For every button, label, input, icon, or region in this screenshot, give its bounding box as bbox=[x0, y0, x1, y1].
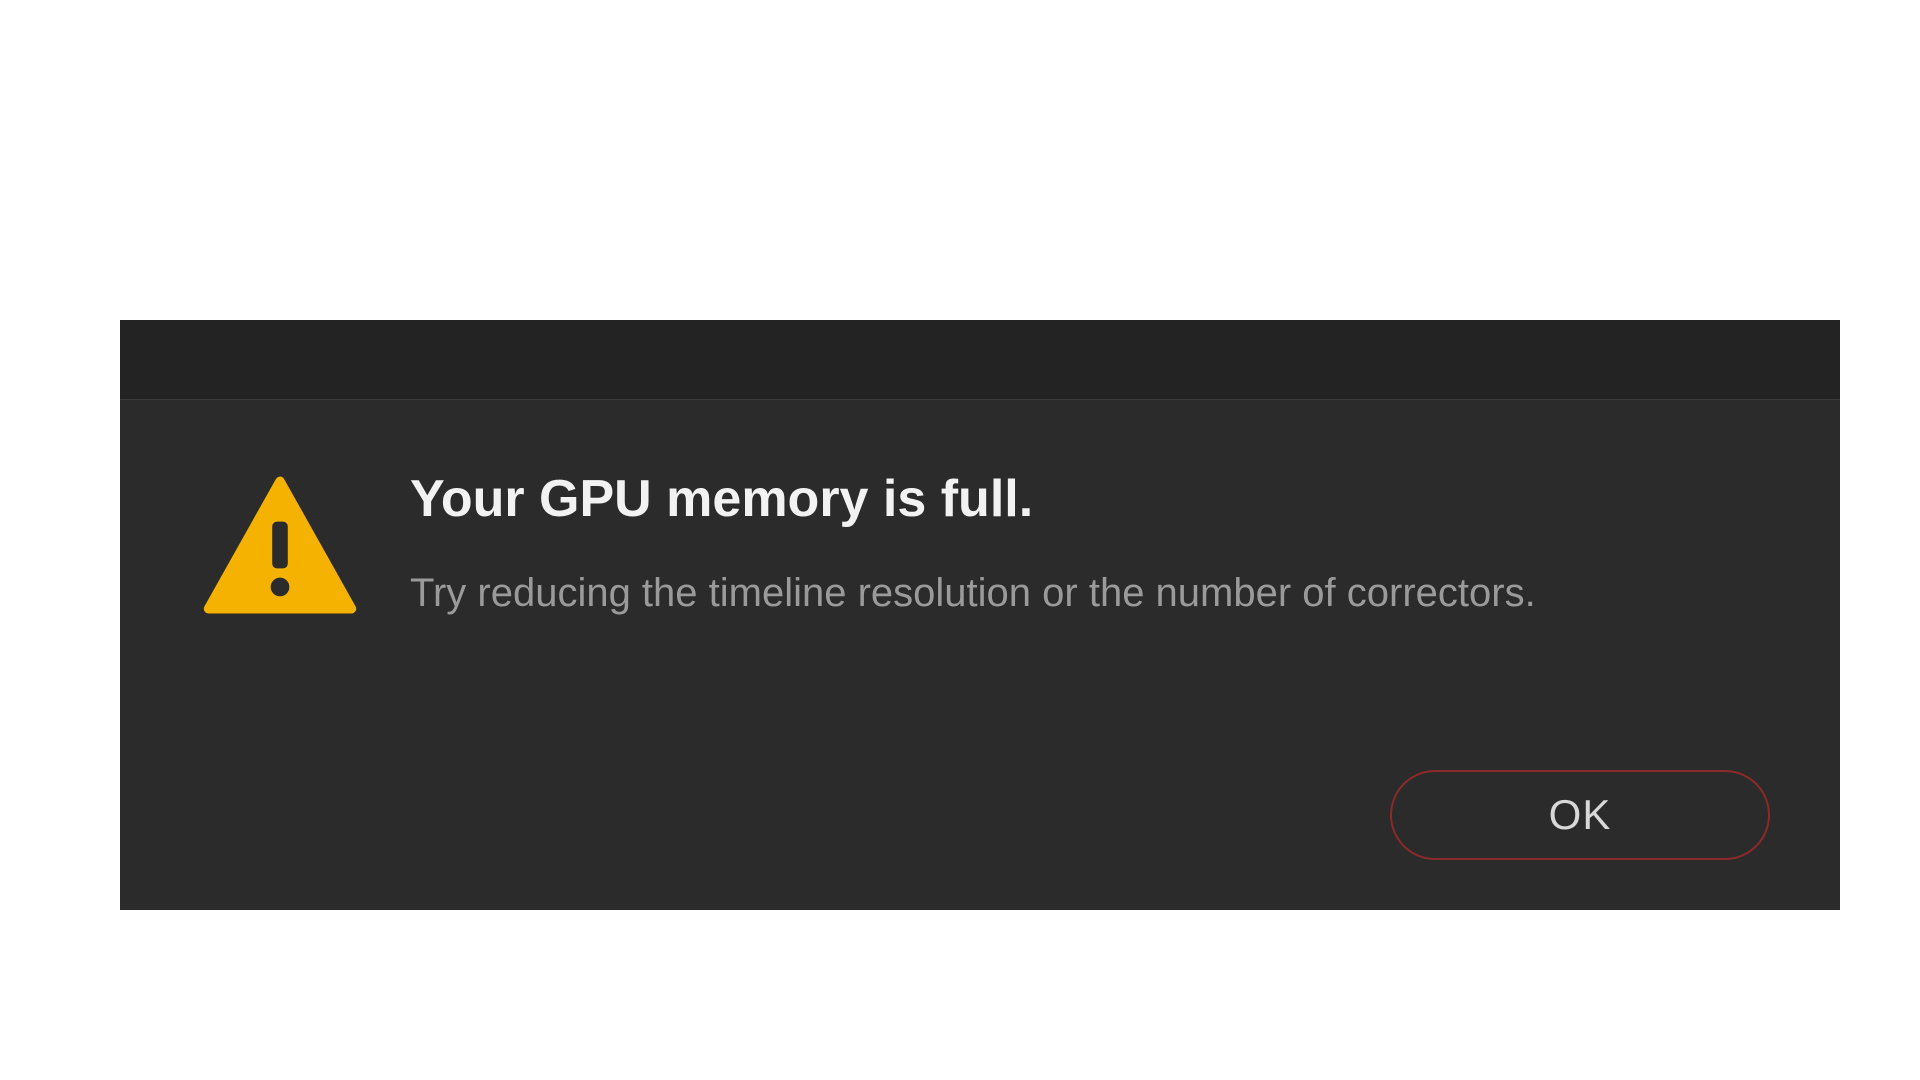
dialog-content-row: Your GPU memory is full. Try reducing th… bbox=[180, 460, 1780, 620]
dialog-titlebar bbox=[120, 320, 1840, 400]
dialog-body: Your GPU memory is full. Try reducing th… bbox=[120, 400, 1840, 910]
dialog-message: Try reducing the timeline resolution or … bbox=[410, 566, 1780, 620]
dialog-title: Your GPU memory is full. bbox=[410, 468, 1780, 530]
dialog-button-row: OK bbox=[180, 770, 1780, 870]
warning-icon bbox=[200, 470, 360, 620]
warning-dialog: Your GPU memory is full. Try reducing th… bbox=[120, 320, 1840, 910]
ok-button[interactable]: OK bbox=[1390, 770, 1770, 860]
dialog-text: Your GPU memory is full. Try reducing th… bbox=[410, 460, 1780, 620]
